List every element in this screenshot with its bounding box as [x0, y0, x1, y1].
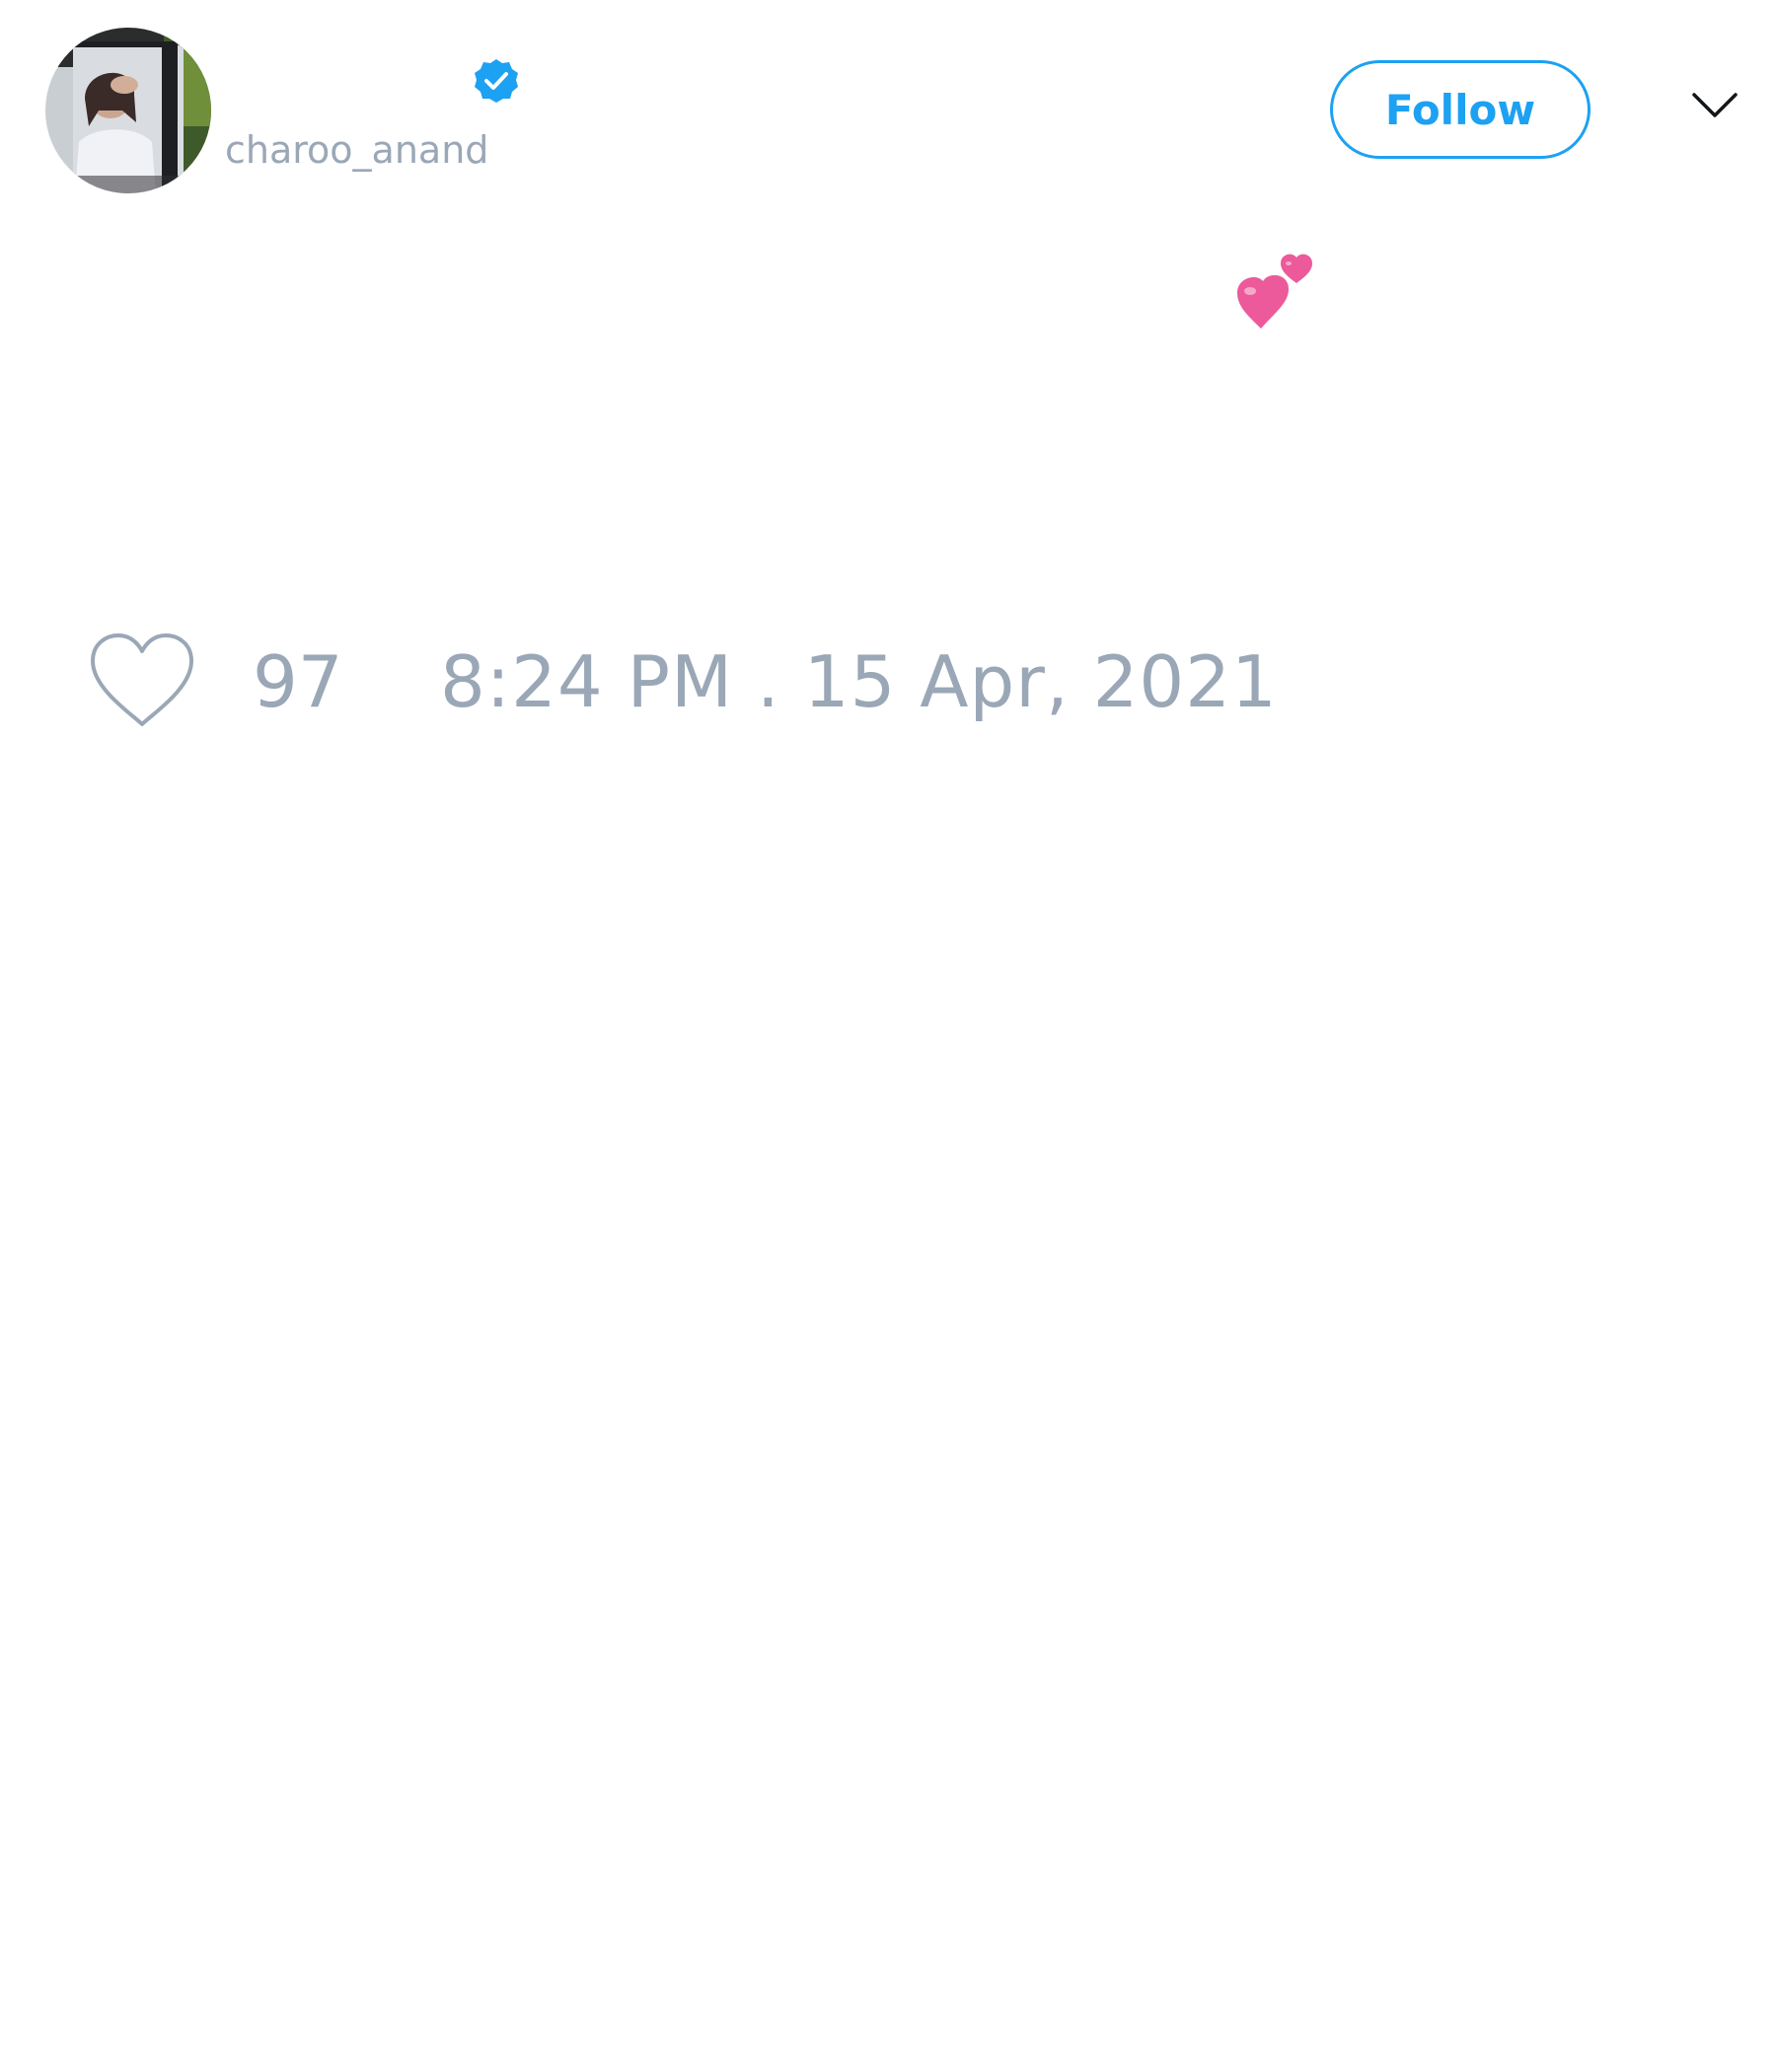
like-count: 97 — [253, 640, 343, 723]
author-handle[interactable]: charoo_anand — [225, 126, 488, 174]
tweet-card: charoo_anand Follow 97 8:24 PM . 15 Apr,… — [0, 0, 1776, 2072]
avatar-photo — [45, 28, 211, 193]
two-hearts-emoji — [1237, 254, 1312, 329]
chevron-down-icon[interactable] — [1691, 91, 1739, 120]
avatar[interactable] — [45, 28, 211, 193]
follow-button[interactable]: Follow — [1330, 60, 1591, 159]
heart-icon[interactable] — [89, 631, 195, 730]
tweet-timestamp[interactable]: 8:24 PM . 15 Apr, 2021 — [440, 639, 1278, 724]
verified-badge-icon — [475, 59, 518, 103]
